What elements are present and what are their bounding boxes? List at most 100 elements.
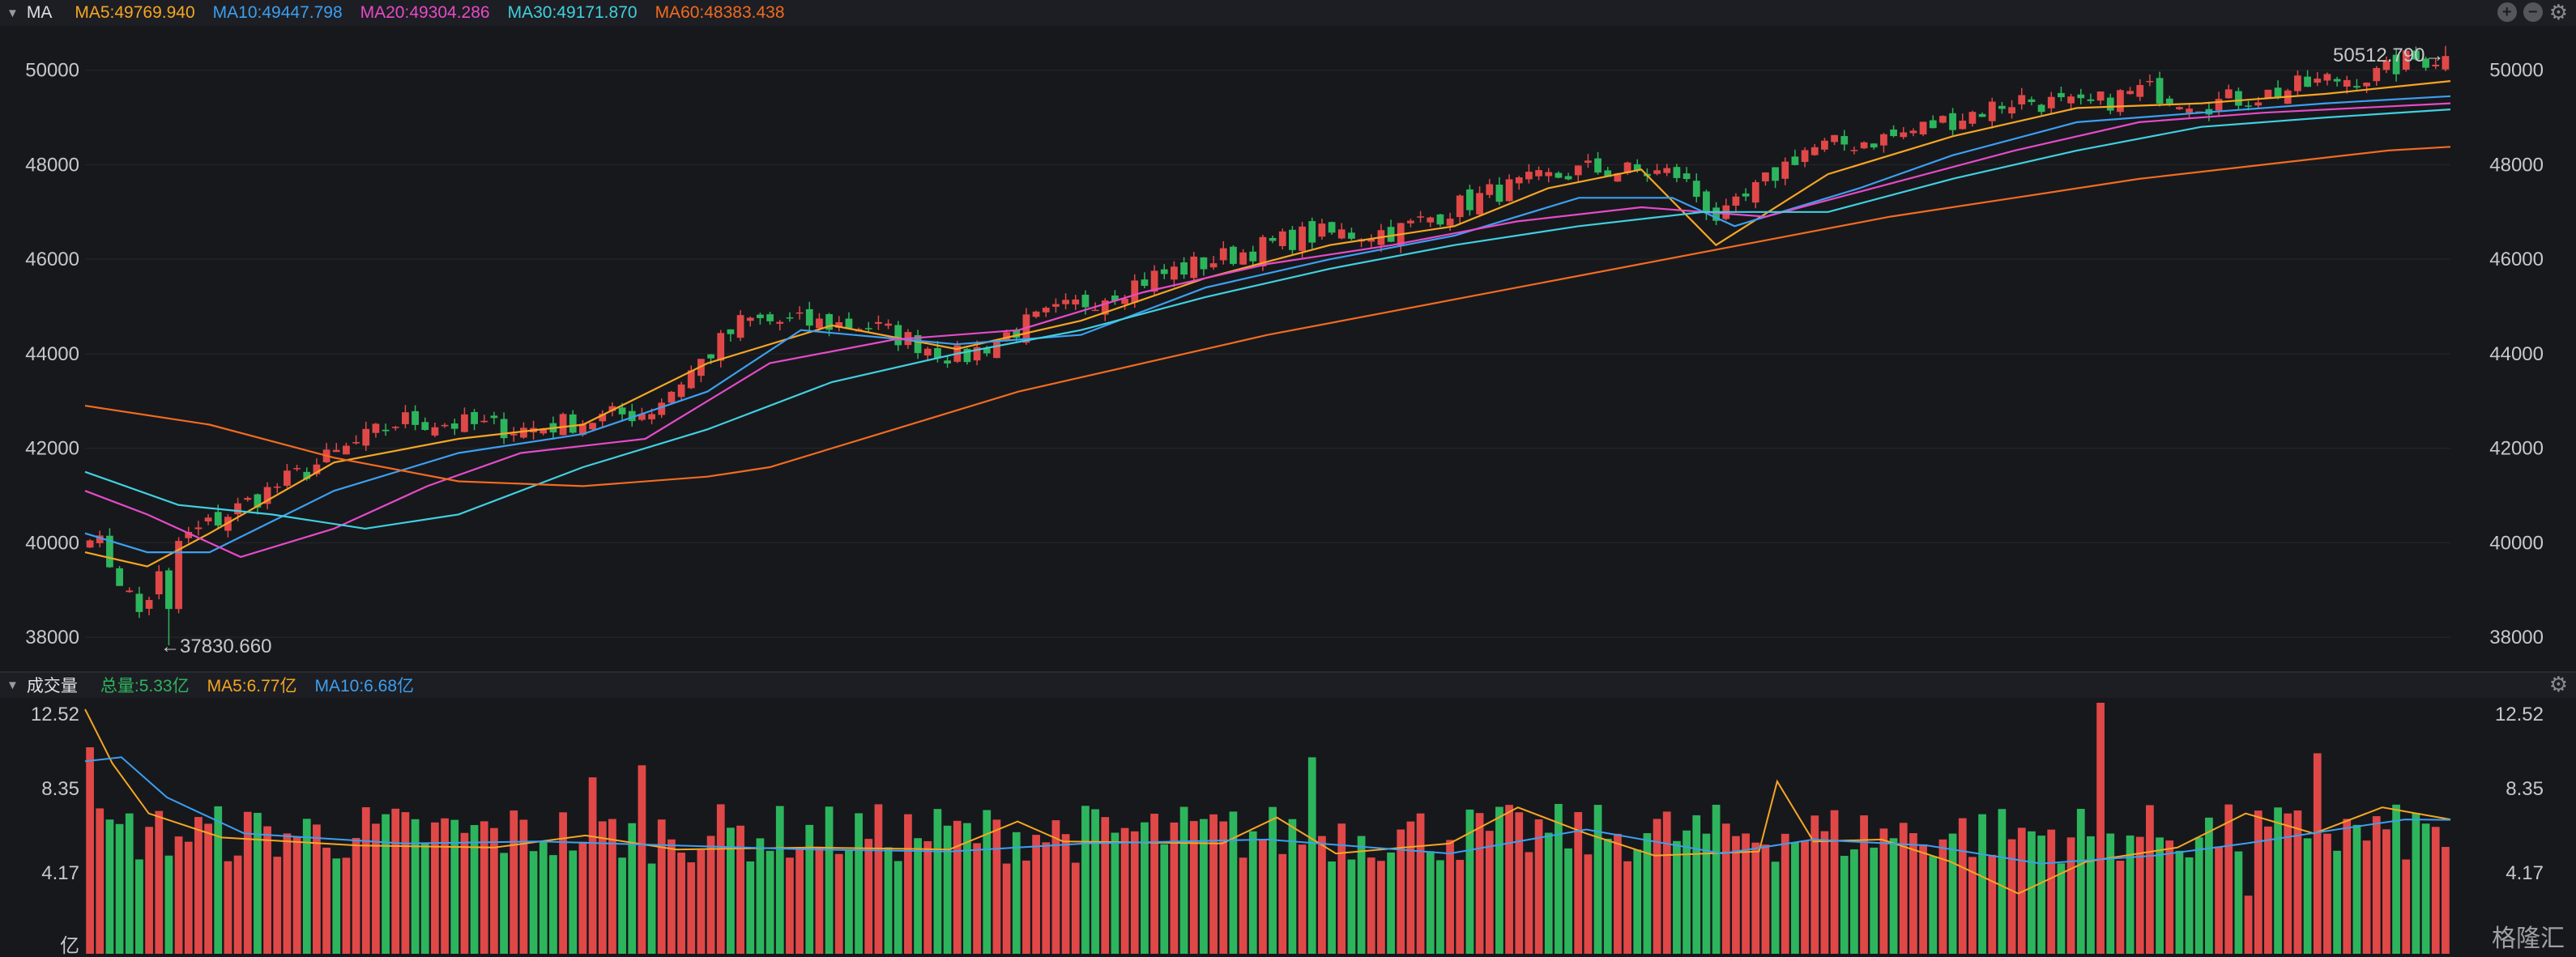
candle-body [1574, 165, 1582, 176]
candle-body [1348, 232, 1355, 239]
volume-bars [86, 703, 2450, 954]
volume-bar [1229, 811, 1238, 954]
chart-canvas[interactable]: 50000 50000 48000 48000 46000 46000 44000 44000… [0, 0, 2576, 957]
volume-bar [2392, 804, 2400, 954]
candle-body [2028, 99, 2036, 103]
volume-bar [1761, 844, 1770, 954]
candle-body [1663, 168, 1671, 173]
candle-body [1486, 184, 1494, 195]
candle-body [1929, 120, 1937, 129]
volume-bar [1307, 757, 1316, 954]
volume-bar [1042, 842, 1051, 954]
volume-bar [420, 844, 429, 954]
candle-body [1791, 156, 1799, 165]
volume-bar [1603, 838, 1612, 954]
volume-bar [480, 821, 488, 954]
candle-body [372, 423, 380, 433]
volume-bar [2175, 850, 2184, 954]
volume-bar [677, 853, 685, 954]
candle-body [1505, 179, 1513, 202]
volume-bar [1732, 836, 1740, 954]
volume-bar [2254, 810, 2263, 954]
volume-bar [914, 838, 922, 954]
volume-bar [1929, 856, 1938, 954]
y-tick-right: 42000 [2489, 438, 2544, 460]
candle-body [727, 329, 735, 334]
volume-bar [431, 822, 439, 954]
volume-bar [2087, 836, 2095, 954]
volume-bar [1958, 818, 1967, 954]
volume-bar [1938, 839, 1947, 954]
candle-body [2264, 89, 2272, 99]
volume-bar [382, 814, 390, 954]
candle-body [1653, 170, 1661, 174]
volume-bar [539, 840, 548, 954]
candle-body [1417, 216, 1424, 218]
candle-body [450, 423, 458, 429]
volume-bar [361, 807, 370, 954]
volume-bar [1111, 832, 1120, 954]
y-tick-right: 46000 [2489, 249, 2544, 270]
volume-bar [1820, 831, 1829, 954]
volume-bar [500, 853, 508, 954]
candle-body [1299, 226, 1306, 251]
volume-bar [933, 809, 942, 954]
candle-body [194, 527, 203, 530]
candle-body [1160, 269, 1168, 274]
volume-bar [2382, 829, 2390, 954]
candlesticks [86, 45, 2450, 646]
volume-bar [1387, 852, 1395, 954]
candle-body [1387, 227, 1395, 242]
candle-body [431, 427, 439, 436]
candle-body [1081, 295, 1090, 308]
candle-body [648, 414, 655, 419]
volume-bar [578, 841, 587, 954]
volume-tick-left: 亿 [60, 935, 79, 957]
volume-bar [1889, 838, 1898, 954]
candle-body [2254, 102, 2263, 106]
candle-body [165, 570, 173, 610]
candle-body [795, 312, 804, 314]
candle-body [1495, 185, 1503, 202]
volume-bar [1209, 814, 1218, 954]
volume-bar [2028, 831, 2036, 954]
volume-bar [1948, 833, 1957, 954]
volume-bar [1120, 827, 1129, 954]
candle-body [1781, 161, 1789, 179]
volume-bar [1721, 823, 1730, 954]
volume-bar [2146, 805, 2154, 954]
volume-bar [372, 823, 380, 954]
volume-bar [1022, 860, 1030, 954]
candle-body [402, 412, 409, 424]
candle-body [1968, 112, 1977, 124]
volume-bar [588, 777, 597, 954]
volume-bar [1298, 844, 1307, 954]
volume-bar [1150, 814, 1158, 954]
candle-body [1456, 195, 1464, 218]
volume-bar [1584, 854, 1593, 954]
volume-bar [884, 847, 893, 954]
volume-bar [1525, 852, 1533, 954]
volume-bar [460, 832, 469, 954]
candle-body [885, 323, 892, 326]
candle-body [1870, 143, 1878, 148]
candle-body [993, 340, 1000, 359]
volume-bar [194, 817, 203, 954]
volume-bar [1426, 851, 1435, 954]
volume-bar [2076, 809, 2085, 954]
candle-body [1692, 181, 1700, 198]
volume-bar [1781, 833, 1789, 954]
candle-body [2008, 107, 2015, 114]
candle-body [2304, 76, 2311, 87]
volume-bar [1751, 842, 1760, 954]
candle-body [1230, 246, 1237, 264]
candle-body [1939, 116, 1947, 123]
volume-bar [2313, 753, 2322, 954]
candle-body [816, 318, 823, 329]
candle-body [2018, 95, 2026, 104]
volume-bar [2215, 846, 2223, 954]
volume-bar [1623, 861, 1631, 954]
volume-bar [2037, 836, 2045, 954]
volume-bar [2234, 851, 2243, 954]
candle-body [1959, 120, 1967, 130]
